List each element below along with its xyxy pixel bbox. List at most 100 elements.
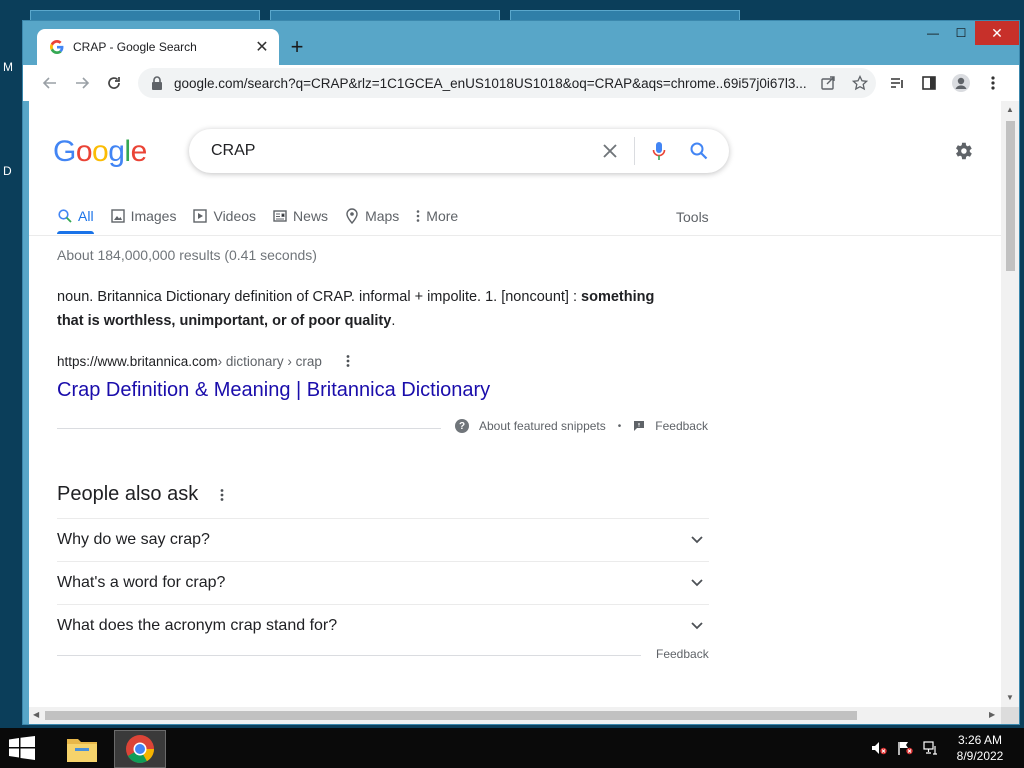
share-icon[interactable]: [812, 68, 844, 98]
scroll-up-arrow-icon[interactable]: ▲: [1005, 105, 1015, 115]
side-panel-icon[interactable]: [913, 68, 945, 98]
vertical-scroll-thumb[interactable]: [1006, 121, 1015, 271]
paa-question-text: What does the acronym crap stand for?: [57, 617, 338, 634]
search-box[interactable]: CRAP: [189, 129, 729, 173]
search-divider: [634, 137, 635, 165]
tab-title: CRAP - Google Search: [73, 40, 197, 54]
search-input[interactable]: CRAP: [189, 142, 590, 160]
tools-button[interactable]: Tools: [676, 209, 709, 225]
newspaper-icon: [272, 208, 288, 224]
close-window-button[interactable]: ✕: [975, 21, 1019, 45]
new-tab-button[interactable]: +: [285, 34, 309, 59]
scroll-right-arrow-icon[interactable]: ▶: [989, 710, 995, 719]
people-also-ask-heading: People also ask: [57, 483, 230, 506]
kebab-menu-icon[interactable]: [977, 68, 1009, 98]
logo-letter: g: [108, 135, 125, 168]
about-snippets-link[interactable]: About featured snippets: [479, 419, 606, 433]
tab-label: Videos: [213, 208, 257, 224]
paa-question[interactable]: What does the acronym crap stand for?: [57, 604, 709, 647]
tab-all[interactable]: All: [57, 201, 94, 234]
tab-label: News: [293, 208, 329, 224]
result-title-link[interactable]: Crap Definition & Meaning | Britannica D…: [57, 379, 490, 402]
maximize-button[interactable]: ☐: [947, 21, 975, 45]
feedback-flag-icon: [633, 420, 645, 432]
paa-menu-dots-icon[interactable]: [214, 487, 230, 503]
search-magnifier-icon[interactable]: [679, 131, 719, 171]
forward-arrow-icon[interactable]: [67, 68, 97, 98]
help-question-icon: ?: [455, 419, 469, 433]
google-favicon-icon: [49, 39, 65, 55]
paa-feedback-link[interactable]: Feedback: [656, 647, 709, 661]
horizontal-scrollbar[interactable]: ◀ ▶: [29, 707, 1001, 724]
chevron-down-icon: [685, 614, 709, 638]
tab-videos[interactable]: Videos: [192, 201, 256, 231]
taskbar-clock[interactable]: 3:26 AM 8/9/2022: [950, 732, 1010, 764]
windows-start-icon[interactable]: [8, 736, 38, 762]
taskbar: 3:26 AM 8/9/2022: [0, 728, 1024, 768]
reading-list-icon[interactable]: [881, 68, 913, 98]
chevron-down-icon: [685, 571, 709, 595]
scroll-corner: [1001, 707, 1019, 724]
paa-divider: [57, 655, 641, 656]
cite-domain: https://www.britannica.com: [57, 353, 218, 369]
more-dots-icon: [415, 208, 421, 224]
desktop-icon-label: D: [3, 164, 12, 178]
microphone-icon[interactable]: [639, 131, 679, 171]
tab-images[interactable]: Images: [110, 201, 177, 231]
logo-letter: o: [92, 135, 109, 168]
url-text[interactable]: google.com/search?q=CRAP&rlz=1C1GCEA_enU…: [174, 76, 812, 91]
title-bar: CRAP - Google Search ✕ + — ☐ ✕: [23, 21, 1019, 65]
lock-icon[interactable]: [148, 74, 166, 92]
logo-letter: e: [130, 135, 148, 168]
profile-avatar-icon[interactable]: [945, 68, 977, 98]
search-icon: [57, 208, 73, 224]
paa-question[interactable]: What's a word for crap?: [57, 561, 709, 604]
people-also-ask-list: Why do we say crap? What's a word for cr…: [57, 518, 709, 647]
settings-gear-icon[interactable]: [949, 137, 977, 165]
tab-label: More: [426, 208, 459, 224]
tab-label: Maps: [365, 208, 400, 224]
google-logo[interactable]: Google: [53, 135, 147, 169]
clock-time: 3:26 AM: [957, 733, 1003, 747]
result-menu-dots-icon[interactable]: [340, 353, 356, 369]
paa-question-text: What's a word for crap?: [57, 574, 226, 591]
snippet-tail: .: [391, 313, 396, 329]
bookmark-star-icon[interactable]: [844, 68, 876, 98]
cite-path: › dictionary › crap: [217, 353, 322, 369]
tab-close-icon[interactable]: ✕: [251, 36, 273, 58]
clock-date: 8/9/2022: [956, 749, 1004, 763]
logo-letter: G: [53, 135, 76, 168]
result-cite: https://www.britannica.com › dictionary …: [57, 353, 356, 369]
snippet-feedback-link[interactable]: Feedback: [655, 419, 708, 433]
play-icon: [192, 208, 208, 224]
clear-search-icon[interactable]: [590, 131, 630, 171]
reload-icon[interactable]: [99, 68, 129, 98]
address-bar[interactable]: google.com/search?q=CRAP&rlz=1C1GCEA_enU…: [138, 68, 876, 98]
action-center-flag-icon[interactable]: [896, 740, 914, 756]
paa-question[interactable]: Why do we say crap?: [57, 518, 709, 561]
chevron-down-icon: [685, 528, 709, 552]
tab-google-search[interactable]: CRAP - Google Search ✕: [37, 29, 279, 65]
featured-snippet-text: noun. Britannica Dictionary definition o…: [57, 285, 657, 333]
scroll-down-arrow-icon[interactable]: ▼: [1005, 693, 1015, 703]
back-arrow-icon[interactable]: [35, 68, 65, 98]
desktop-icon-label: M: [3, 60, 13, 74]
scroll-left-arrow-icon[interactable]: ◀: [33, 710, 39, 719]
vertical-scrollbar[interactable]: ▲ ▼: [1001, 101, 1019, 707]
search-nav-tabs: All Images Videos News Maps More: [57, 201, 474, 234]
page-content: Google CRAP All Images Videos News Maps …: [29, 101, 1001, 707]
volume-muted-icon[interactable]: [870, 740, 888, 756]
file-explorer-icon[interactable]: [56, 730, 108, 768]
snippet-text: noun. Britannica Dictionary definition o…: [57, 289, 577, 305]
horizontal-scroll-thumb[interactable]: [45, 711, 857, 720]
tab-maps[interactable]: Maps: [344, 201, 399, 231]
network-icon[interactable]: [922, 740, 940, 756]
tab-more[interactable]: More: [415, 201, 458, 231]
tab-news[interactable]: News: [272, 201, 328, 231]
minimize-button[interactable]: —: [919, 21, 947, 45]
snippet-footer: ? About featured snippets • Feedback: [455, 419, 708, 433]
paa-title: People also ask: [57, 483, 199, 505]
tab-label: Images: [130, 208, 177, 224]
chrome-taskbar-icon[interactable]: [114, 730, 166, 768]
snippet-divider: [57, 428, 441, 429]
